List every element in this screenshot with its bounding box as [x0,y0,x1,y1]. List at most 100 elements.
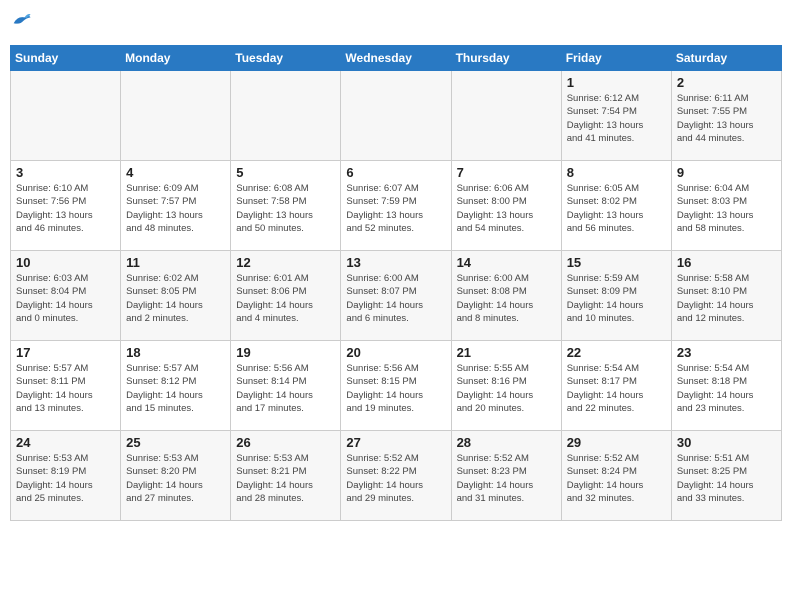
day-number: 21 [457,345,556,360]
weekday-header-friday: Friday [561,46,671,71]
day-info: Sunrise: 6:12 AM Sunset: 7:54 PM Dayligh… [567,92,666,145]
day-info: Sunrise: 6:04 AM Sunset: 8:03 PM Dayligh… [677,182,776,235]
weekday-header-tuesday: Tuesday [231,46,341,71]
day-info: Sunrise: 6:09 AM Sunset: 7:57 PM Dayligh… [126,182,225,235]
calendar-cell [341,71,451,161]
day-info: Sunrise: 5:57 AM Sunset: 8:11 PM Dayligh… [16,362,115,415]
day-number: 2 [677,75,776,90]
calendar-cell: 11Sunrise: 6:02 AM Sunset: 8:05 PM Dayli… [121,251,231,341]
day-info: Sunrise: 6:03 AM Sunset: 8:04 PM Dayligh… [16,272,115,325]
calendar-cell [11,71,121,161]
day-number: 6 [346,165,445,180]
calendar-header: SundayMondayTuesdayWednesdayThursdayFrid… [11,46,782,71]
day-number: 25 [126,435,225,450]
day-number: 30 [677,435,776,450]
day-number: 15 [567,255,666,270]
day-number: 1 [567,75,666,90]
page-header [10,10,782,37]
day-number: 5 [236,165,335,180]
weekday-header-sunday: Sunday [11,46,121,71]
calendar-cell [231,71,341,161]
day-info: Sunrise: 5:52 AM Sunset: 8:23 PM Dayligh… [457,452,556,505]
calendar-cell: 28 Sunrise: 5:52 AM Sunset: 8:23 PM Dayli… [451,431,561,521]
logo-bird-icon [10,10,32,37]
calendar-week-1: 1 Sunrise: 6:12 AM Sunset: 7:54 PM Daylig… [11,71,782,161]
day-number: 10 [16,255,115,270]
calendar-cell: 24 Sunrise: 5:53 AM Sunset: 8:19 PM Dayli… [11,431,121,521]
calendar-week-2: 3Sunrise: 6:10 AM Sunset: 7:56 PM Daylig… [11,161,782,251]
weekday-header-monday: Monday [121,46,231,71]
calendar-cell: 10 Sunrise: 6:03 AM Sunset: 8:04 PM Dayli… [11,251,121,341]
calendar-cell: 7 Sunrise: 6:06 AM Sunset: 8:00 PM Daylig… [451,161,561,251]
calendar-cell: 19 Sunrise: 5:56 AM Sunset: 8:14 PM Dayli… [231,341,341,431]
day-number: 24 [16,435,115,450]
calendar-body: 1 Sunrise: 6:12 AM Sunset: 7:54 PM Daylig… [11,71,782,521]
day-info: Sunrise: 6:06 AM Sunset: 8:00 PM Dayligh… [457,182,556,235]
day-number: 22 [567,345,666,360]
calendar-cell: 20 Sunrise: 5:56 AM Sunset: 8:15 PM Dayli… [341,341,451,431]
day-info: Sunrise: 5:53 AM Sunset: 8:19 PM Dayligh… [16,452,115,505]
day-number: 18 [126,345,225,360]
calendar-week-4: 17 Sunrise: 5:57 AM Sunset: 8:11 PM Dayli… [11,341,782,431]
day-info: Sunrise: 5:56 AM Sunset: 8:15 PM Dayligh… [346,362,445,415]
day-info: Sunrise: 5:52 AM Sunset: 8:24 PM Dayligh… [567,452,666,505]
day-info: Sunrise: 5:56 AM Sunset: 8:14 PM Dayligh… [236,362,335,415]
calendar-cell: 9Sunrise: 6:04 AM Sunset: 8:03 PM Daylig… [671,161,781,251]
day-info: Sunrise: 5:54 AM Sunset: 8:18 PM Dayligh… [677,362,776,415]
day-info: Sunrise: 5:57 AM Sunset: 8:12 PM Dayligh… [126,362,225,415]
calendar-cell: 30 Sunrise: 5:51 AM Sunset: 8:25 PM Dayli… [671,431,781,521]
weekday-header-wednesday: Wednesday [341,46,451,71]
day-number: 8 [567,165,666,180]
day-number: 13 [346,255,445,270]
calendar-cell [451,71,561,161]
day-info: Sunrise: 5:55 AM Sunset: 8:16 PM Dayligh… [457,362,556,415]
calendar-week-5: 24 Sunrise: 5:53 AM Sunset: 8:19 PM Dayli… [11,431,782,521]
calendar-cell: 21 Sunrise: 5:55 AM Sunset: 8:16 PM Dayli… [451,341,561,431]
calendar-table: SundayMondayTuesdayWednesdayThursdayFrid… [10,45,782,521]
calendar-cell: 2 Sunrise: 6:11 AM Sunset: 7:55 PM Daylig… [671,71,781,161]
day-info: Sunrise: 5:53 AM Sunset: 8:21 PM Dayligh… [236,452,335,505]
weekday-header-thursday: Thursday [451,46,561,71]
calendar-cell: 26Sunrise: 5:53 AM Sunset: 8:21 PM Dayli… [231,431,341,521]
day-info: Sunrise: 5:52 AM Sunset: 8:22 PM Dayligh… [346,452,445,505]
calendar-cell: 1 Sunrise: 6:12 AM Sunset: 7:54 PM Daylig… [561,71,671,161]
day-info: Sunrise: 6:08 AM Sunset: 7:58 PM Dayligh… [236,182,335,235]
calendar-cell: 17 Sunrise: 5:57 AM Sunset: 8:11 PM Dayli… [11,341,121,431]
day-number: 11 [126,255,225,270]
day-info: Sunrise: 6:00 AM Sunset: 8:08 PM Dayligh… [457,272,556,325]
calendar-cell: 5 Sunrise: 6:08 AM Sunset: 7:58 PM Daylig… [231,161,341,251]
day-number: 7 [457,165,556,180]
day-info: Sunrise: 5:51 AM Sunset: 8:25 PM Dayligh… [677,452,776,505]
calendar-cell: 13Sunrise: 6:00 AM Sunset: 8:07 PM Dayli… [341,251,451,341]
calendar-cell: 12Sunrise: 6:01 AM Sunset: 8:06 PM Dayli… [231,251,341,341]
day-number: 29 [567,435,666,450]
calendar-cell: 6 Sunrise: 6:07 AM Sunset: 7:59 PM Daylig… [341,161,451,251]
calendar-cell: 27 Sunrise: 5:52 AM Sunset: 8:22 PM Dayli… [341,431,451,521]
calendar-week-3: 10 Sunrise: 6:03 AM Sunset: 8:04 PM Dayli… [11,251,782,341]
day-number: 14 [457,255,556,270]
day-number: 20 [346,345,445,360]
day-number: 28 [457,435,556,450]
calendar-cell: 3Sunrise: 6:10 AM Sunset: 7:56 PM Daylig… [11,161,121,251]
calendar-cell: 23Sunrise: 5:54 AM Sunset: 8:18 PM Dayli… [671,341,781,431]
calendar-cell: 25 Sunrise: 5:53 AM Sunset: 8:20 PM Dayli… [121,431,231,521]
day-info: Sunrise: 6:07 AM Sunset: 7:59 PM Dayligh… [346,182,445,235]
day-info: Sunrise: 5:53 AM Sunset: 8:20 PM Dayligh… [126,452,225,505]
calendar-cell: 16Sunrise: 5:58 AM Sunset: 8:10 PM Dayli… [671,251,781,341]
calendar-cell: 15 Sunrise: 5:59 AM Sunset: 8:09 PM Dayli… [561,251,671,341]
day-info: Sunrise: 6:10 AM Sunset: 7:56 PM Dayligh… [16,182,115,235]
calendar-cell: 18 Sunrise: 5:57 AM Sunset: 8:12 PM Dayli… [121,341,231,431]
calendar-cell: 29 Sunrise: 5:52 AM Sunset: 8:24 PM Dayli… [561,431,671,521]
day-number: 19 [236,345,335,360]
day-number: 27 [346,435,445,450]
day-info: Sunrise: 5:58 AM Sunset: 8:10 PM Dayligh… [677,272,776,325]
day-info: Sunrise: 6:11 AM Sunset: 7:55 PM Dayligh… [677,92,776,145]
day-number: 17 [16,345,115,360]
calendar-cell: 4 Sunrise: 6:09 AM Sunset: 7:57 PM Daylig… [121,161,231,251]
day-info: Sunrise: 5:59 AM Sunset: 8:09 PM Dayligh… [567,272,666,325]
calendar-cell: 22Sunrise: 5:54 AM Sunset: 8:17 PM Dayli… [561,341,671,431]
weekday-header-saturday: Saturday [671,46,781,71]
calendar-cell [121,71,231,161]
day-info: Sunrise: 6:01 AM Sunset: 8:06 PM Dayligh… [236,272,335,325]
day-number: 4 [126,165,225,180]
